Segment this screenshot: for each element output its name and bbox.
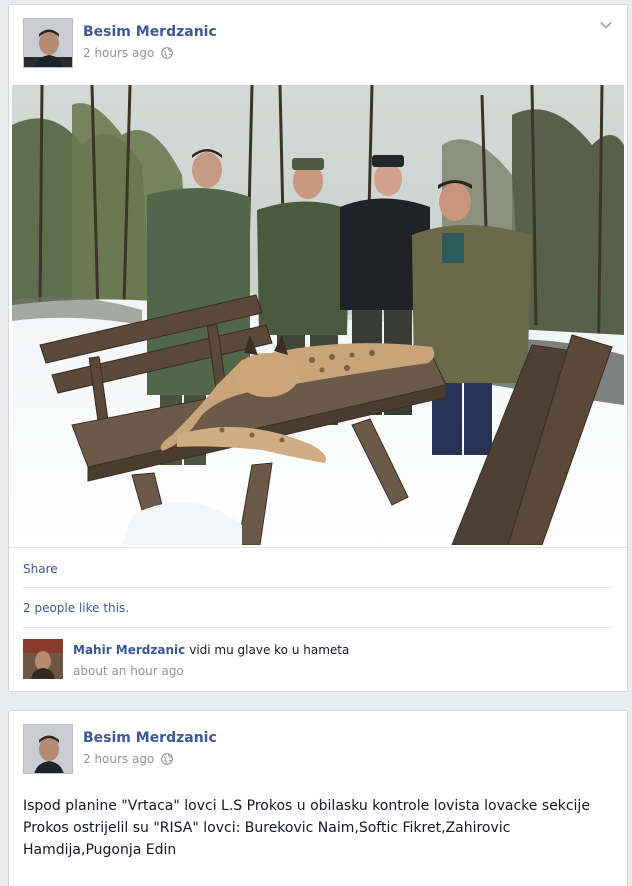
commenter-avatar[interactable]	[23, 639, 63, 679]
post-text: Ispod planine "Vrtaca" lovci L.S Prokos …	[23, 798, 590, 858]
comment-author[interactable]: Mahir Merdzanic	[73, 643, 185, 657]
divider	[23, 587, 613, 588]
comment: Mahir Merdzanic vidi mu glave ko u hameta…	[23, 639, 613, 685]
post-timestamp[interactable]: 2 hours ago	[83, 46, 154, 60]
likes-summary[interactable]: 2 people like this.	[23, 601, 129, 615]
author-name[interactable]: Besim Merdzanic	[83, 730, 217, 746]
divider	[23, 627, 613, 628]
author-avatar[interactable]	[23, 724, 73, 774]
share-link[interactable]: Share	[23, 562, 58, 576]
author-avatar[interactable]	[23, 18, 73, 68]
author-name[interactable]: Besim Merdzanic	[83, 24, 217, 40]
commenter-name[interactable]: Mahir Merdzanic vidi mu glave ko u hameta	[73, 643, 349, 657]
comment-text: vidi mu glave ko u hameta	[189, 643, 350, 657]
post-meta: 2 hours ago	[83, 752, 174, 766]
globe-icon[interactable]	[161, 47, 174, 59]
post-photo[interactable]	[12, 85, 624, 545]
comment-timestamp[interactable]: about an hour ago	[73, 664, 184, 678]
post-actions: Share	[9, 547, 627, 589]
feed-post: Besim Merdzanic 2 hours ago Share 2 peop…	[8, 4, 628, 692]
post-timestamp[interactable]: 2 hours ago	[83, 752, 154, 766]
chevron-down-icon[interactable]	[599, 18, 613, 32]
post-meta: 2 hours ago	[83, 46, 174, 60]
globe-icon[interactable]	[161, 753, 174, 765]
feed-post: Besim Merdzanic 2 hours ago Ispod planin…	[8, 710, 628, 886]
